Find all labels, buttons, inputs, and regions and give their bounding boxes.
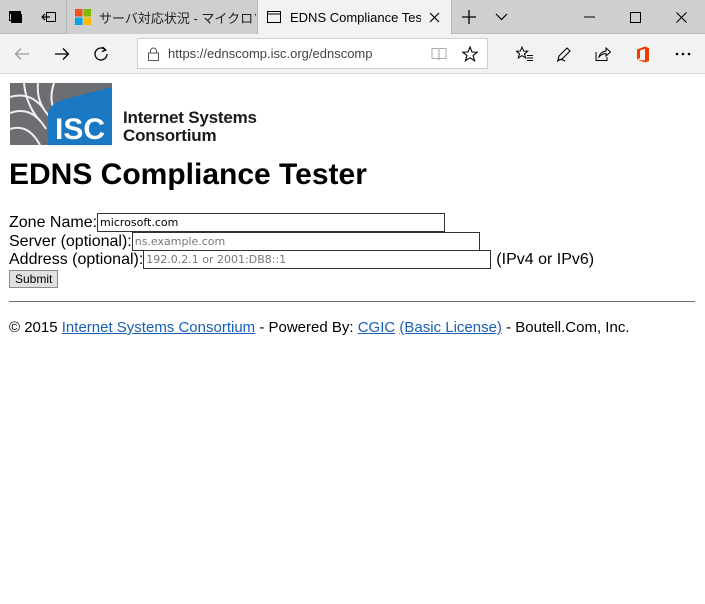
navigation-bar: https://ednscomp.isc.org/ednscomp [0, 34, 705, 74]
address-bar[interactable]: https://ednscomp.isc.org/ednscomp [137, 38, 488, 69]
tab-title: EDNS Compliance Test [290, 9, 421, 25]
favorites-hub-icon[interactable] [505, 34, 545, 74]
address-hint: (IPv4 or IPv6) [496, 251, 595, 268]
isc-link[interactable]: Internet Systems Consortium [62, 319, 255, 336]
favorite-star-icon[interactable] [453, 45, 487, 62]
footer: © 2015 Internet Systems Consortium - Pow… [9, 319, 629, 336]
page-icon [267, 11, 281, 23]
tab-actions-icon[interactable] [0, 0, 32, 34]
server-input[interactable]: ns.example.com [131, 232, 480, 251]
url-text[interactable]: https://ednscomp.isc.org/ednscomp [168, 46, 425, 61]
zone-name-label: Zone Name: [9, 214, 98, 231]
logo-line-2: Consortium [123, 126, 217, 145]
zone-name-input[interactable]: microsoft.com [97, 213, 446, 232]
close-window-icon[interactable] [658, 0, 704, 34]
back-icon[interactable] [2, 34, 42, 74]
isc-logo-mark: ISC [10, 83, 112, 145]
tab-title: サーバ対応状況 - マイクロソフ [99, 10, 256, 26]
office-icon[interactable] [623, 34, 663, 74]
server-label: Server (optional): [9, 233, 132, 250]
forward-icon[interactable] [42, 34, 82, 74]
server-row: Server (optional): ns.example.com [9, 232, 480, 251]
copyright-text: © 2015 [9, 319, 58, 336]
tab-bar: サーバ対応状況 - マイクロソフ EDNS Compliance Test [0, 0, 705, 34]
share-icon[interactable] [583, 34, 623, 74]
address-row: Address (optional): 192.0.2.1 or 2001:DB… [9, 250, 594, 269]
lock-icon[interactable] [138, 47, 168, 61]
divider [9, 301, 695, 302]
isc-logo-abbr: ISC [55, 113, 105, 145]
address-input[interactable]: 192.0.2.1 or 2001:DB8::1 [143, 250, 492, 269]
basic-license-link[interactable]: (Basic License) [399, 319, 502, 336]
cgic-link[interactable]: CGIC [358, 319, 396, 336]
refresh-icon[interactable] [81, 34, 121, 74]
new-tab-icon[interactable] [453, 0, 485, 34]
page-content: ISC Internet Systems Consortium EDNS Com… [0, 75, 705, 604]
close-tab-icon[interactable] [421, 4, 447, 30]
submit-button[interactable]: Submit [9, 270, 59, 288]
maximize-icon[interactable] [612, 0, 658, 34]
logo-line-1: Internet Systems [123, 108, 257, 127]
microsoft-logo-icon [75, 9, 91, 25]
tab-edns[interactable]: EDNS Compliance Test [257, 0, 452, 34]
powered-by-text: - Powered By: [255, 319, 358, 336]
set-aside-tabs-icon[interactable] [33, 0, 65, 34]
tab-list-chevron-icon[interactable] [485, 0, 517, 34]
minimize-icon[interactable] [566, 0, 612, 34]
tab-microsoft[interactable]: サーバ対応状況 - マイクロソフ [66, 0, 256, 34]
more-icon[interactable] [663, 34, 703, 74]
boutell-text: - Boutell.Com, Inc. [501, 319, 630, 336]
isc-logo: ISC Internet Systems Consortium [10, 83, 270, 145]
pen-icon[interactable] [544, 34, 584, 74]
address-label: Address (optional): [9, 251, 144, 268]
page-title: EDNS Compliance Tester [9, 158, 367, 191]
isc-logo-text: Internet Systems Consortium [123, 109, 257, 145]
reading-view-icon[interactable] [425, 47, 453, 61]
zone-row: Zone Name: microsoft.com [9, 213, 446, 232]
